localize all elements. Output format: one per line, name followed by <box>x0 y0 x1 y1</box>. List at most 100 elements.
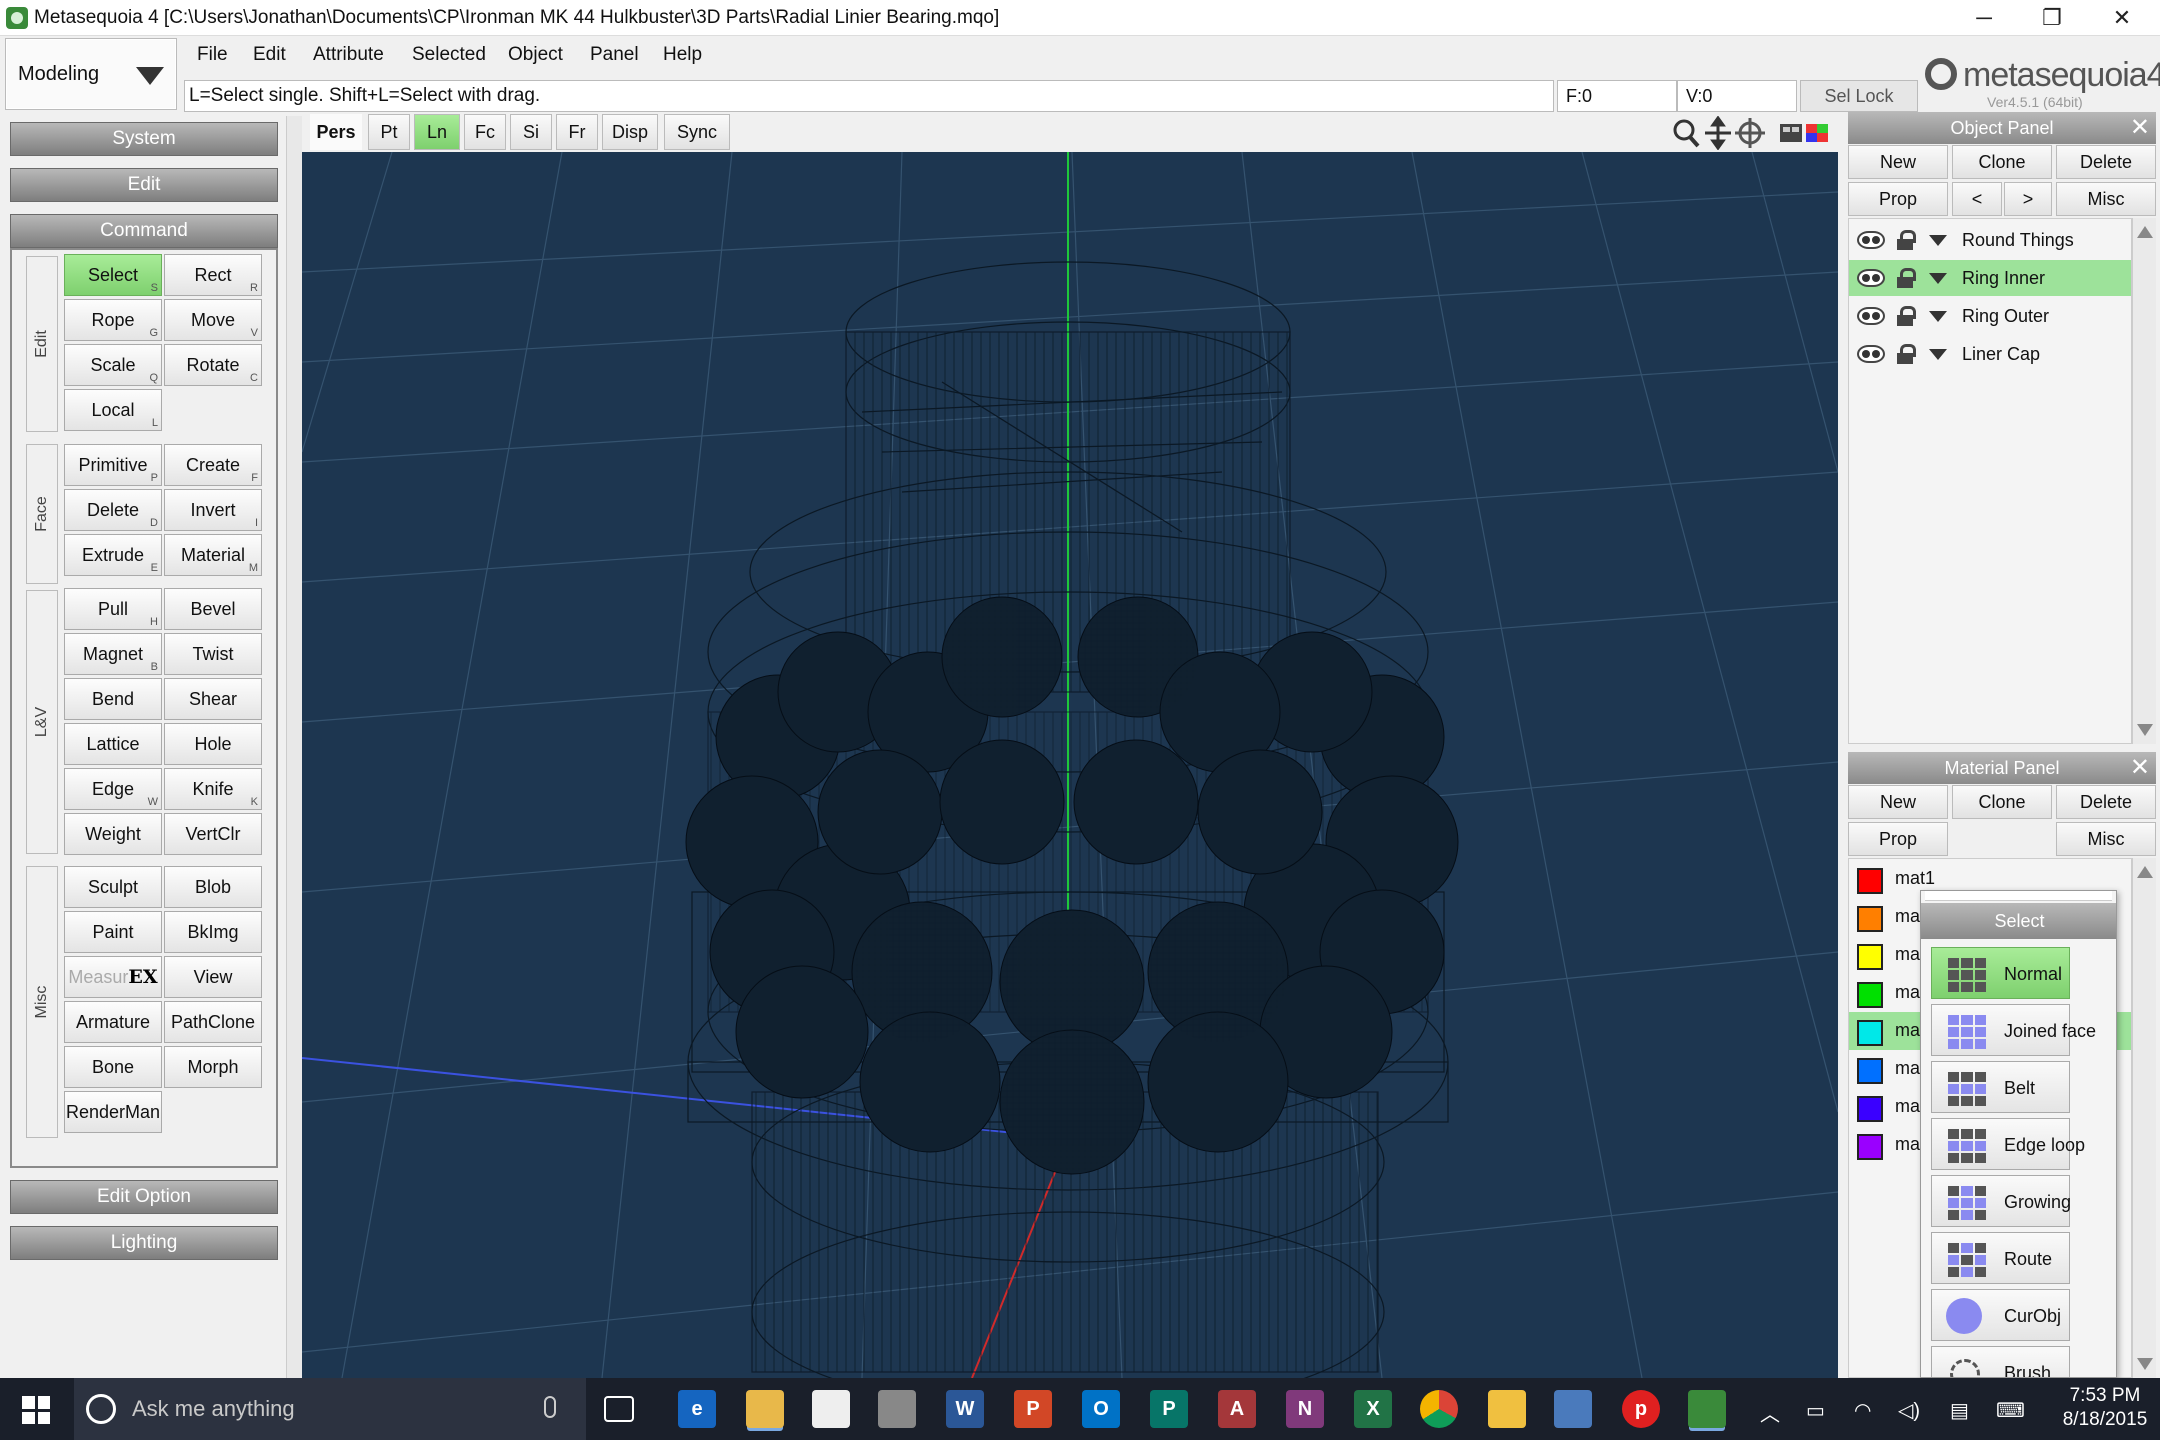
sel-lock-button[interactable]: Sel Lock <box>1800 80 1918 112</box>
calculator-icon[interactable] <box>1488 1390 1526 1428</box>
view-button[interactable]: View <box>164 956 262 998</box>
network-app-icon[interactable] <box>1554 1390 1592 1428</box>
expand-triangle-icon[interactable] <box>1929 311 1947 322</box>
material-delete-button[interactable]: Delete <box>2056 785 2156 819</box>
app-icon-generic[interactable] <box>878 1390 916 1428</box>
restore-button[interactable]: ❐ <box>2018 0 2086 36</box>
volume-icon[interactable]: ◁) <box>1898 1398 1920 1423</box>
object-prop-button[interactable]: Prop <box>1848 182 1948 216</box>
edge-button[interactable]: Edge W <box>64 768 162 810</box>
bevel-button[interactable]: Bevel <box>164 588 262 630</box>
pdf-app-icon[interactable]: p <box>1622 1390 1660 1428</box>
renderman-button[interactable]: RenderMan <box>64 1091 162 1133</box>
microphone-icon[interactable] <box>544 1396 556 1418</box>
lock-icon[interactable] <box>1897 268 1916 288</box>
tab-pt[interactable]: Pt <box>368 114 410 150</box>
visibility-eye-icon[interactable] <box>1857 231 1885 249</box>
notification-icon[interactable]: ▤ <box>1950 1398 1969 1423</box>
pathclone-button[interactable]: PathClone <box>164 1001 262 1043</box>
bend-button[interactable]: Bend <box>64 678 162 720</box>
vertclr-button[interactable]: VertClr <box>164 813 262 855</box>
extrude-button[interactable]: Extrude E <box>64 534 162 576</box>
lock-icon[interactable] <box>1897 230 1916 250</box>
paint-button[interactable]: Paint <box>64 911 162 953</box>
object-misc-button[interactable]: Misc <box>2056 182 2156 216</box>
object-row[interactable]: Liner Cap <box>1849 336 2131 372</box>
sculpt-button[interactable]: Sculpt <box>64 866 162 908</box>
bkimg-button[interactable]: BkImg <box>164 911 262 953</box>
cortana-search[interactable]: Ask me anything <box>74 1378 586 1440</box>
mode-dropdown[interactable]: Modeling <box>5 38 177 110</box>
expand-triangle-icon[interactable] <box>1929 235 1947 246</box>
create-button[interactable]: Create F <box>164 444 262 486</box>
magnet-button[interactable]: Magnet B <box>64 633 162 675</box>
bone-button[interactable]: Bone <box>64 1046 162 1088</box>
visibility-eye-icon[interactable] <box>1857 307 1885 325</box>
edit-option-header[interactable]: Edit Option <box>10 1180 278 1214</box>
onenote-icon[interactable]: N <box>1286 1390 1324 1428</box>
powerpoint-icon[interactable]: P <box>1014 1390 1052 1428</box>
close-button[interactable]: ✕ <box>2088 0 2156 36</box>
tab-si[interactable]: Si <box>510 114 552 150</box>
clock[interactable]: 7:53 PM 8/18/2015 <box>2050 1384 2160 1432</box>
pull-button[interactable]: Pull H <box>64 588 162 630</box>
object-prev-button[interactable]: < <box>1952 182 2002 216</box>
object-clone-button[interactable]: Clone <box>1952 145 2052 179</box>
morph-button[interactable]: Morph <box>164 1046 262 1088</box>
measure-button[interactable]: MeasurEX <box>64 956 162 998</box>
weight-button[interactable]: Weight <box>64 813 162 855</box>
rect-button[interactable]: Rect R <box>164 254 262 296</box>
task-view-icon[interactable] <box>604 1396 634 1422</box>
menu-object[interactable]: Object <box>508 44 563 66</box>
select-mode-edge-loop[interactable]: Edge loop <box>1931 1118 2085 1170</box>
object-next-button[interactable]: > <box>2004 182 2052 216</box>
material-new-button[interactable]: New <box>1848 785 1948 819</box>
publisher-icon[interactable]: P <box>1150 1390 1188 1428</box>
color-view-icon[interactable] <box>1806 124 1828 142</box>
tray-chevron-icon[interactable]: ︿ <box>1760 1398 1780 1427</box>
pan-icon[interactable] <box>1705 116 1731 150</box>
object-row[interactable]: Ring Outer <box>1849 298 2131 334</box>
select-button[interactable]: Select S <box>64 254 162 296</box>
left-panel-scrollbar[interactable] <box>286 116 302 1378</box>
material-list-scrollbar[interactable] <box>2132 858 2156 1378</box>
command-header[interactable]: Command <box>10 214 278 248</box>
move-button[interactable]: Move V <box>164 299 262 341</box>
store-icon[interactable] <box>812 1390 850 1428</box>
close-icon[interactable]: ✕ <box>2130 752 2150 784</box>
menu-edit[interactable]: Edit <box>253 44 286 66</box>
tab-fr[interactable]: Fr <box>556 114 598 150</box>
twist-button[interactable]: Twist <box>164 633 262 675</box>
outlook-icon[interactable]: O <box>1082 1390 1120 1428</box>
knife-button[interactable]: Knife K <box>164 768 262 810</box>
lock-icon[interactable] <box>1897 344 1916 364</box>
invert-button[interactable]: Invert I <box>164 489 262 531</box>
edge-icon[interactable]: e <box>678 1390 716 1428</box>
object-row[interactable]: Round Things <box>1849 222 2131 258</box>
menu-panel[interactable]: Panel <box>590 44 639 66</box>
hole-button[interactable]: Hole <box>164 723 262 765</box>
menu-file[interactable]: File <box>197 44 228 66</box>
tab-fc[interactable]: Fc <box>464 114 506 150</box>
edit-header[interactable]: Edit <box>10 168 278 202</box>
wifi-icon[interactable]: ◠ <box>1854 1398 1871 1423</box>
object-row[interactable]: Ring Inner <box>1849 260 2131 296</box>
tab-disp[interactable]: Disp <box>602 114 658 150</box>
windows-start-icon[interactable] <box>22 1396 50 1424</box>
object-list-scrollbar[interactable] <box>2132 218 2156 744</box>
select-mode-route[interactable]: Route <box>1931 1232 2070 1284</box>
excel-icon[interactable]: X <box>1354 1390 1392 1428</box>
close-icon[interactable]: ✕ <box>2130 112 2150 144</box>
metasequoia-taskbar-icon[interactable] <box>1688 1390 1726 1428</box>
rotate-view-icon[interactable] <box>1735 118 1765 148</box>
rope-button[interactable]: Rope G <box>64 299 162 341</box>
lock-icon[interactable] <box>1897 306 1916 326</box>
blob-button[interactable]: Blob <box>164 866 262 908</box>
lighting-header[interactable]: Lighting <box>10 1226 278 1260</box>
3d-viewport[interactable] <box>302 152 1838 1378</box>
chrome-icon[interactable] <box>1420 1390 1458 1428</box>
tab-ln[interactable]: Ln <box>414 114 460 150</box>
material-clone-button[interactable]: Clone <box>1952 785 2052 819</box>
tab-sync[interactable]: Sync <box>664 114 730 150</box>
menu-attribute[interactable]: Attribute <box>313 44 384 66</box>
